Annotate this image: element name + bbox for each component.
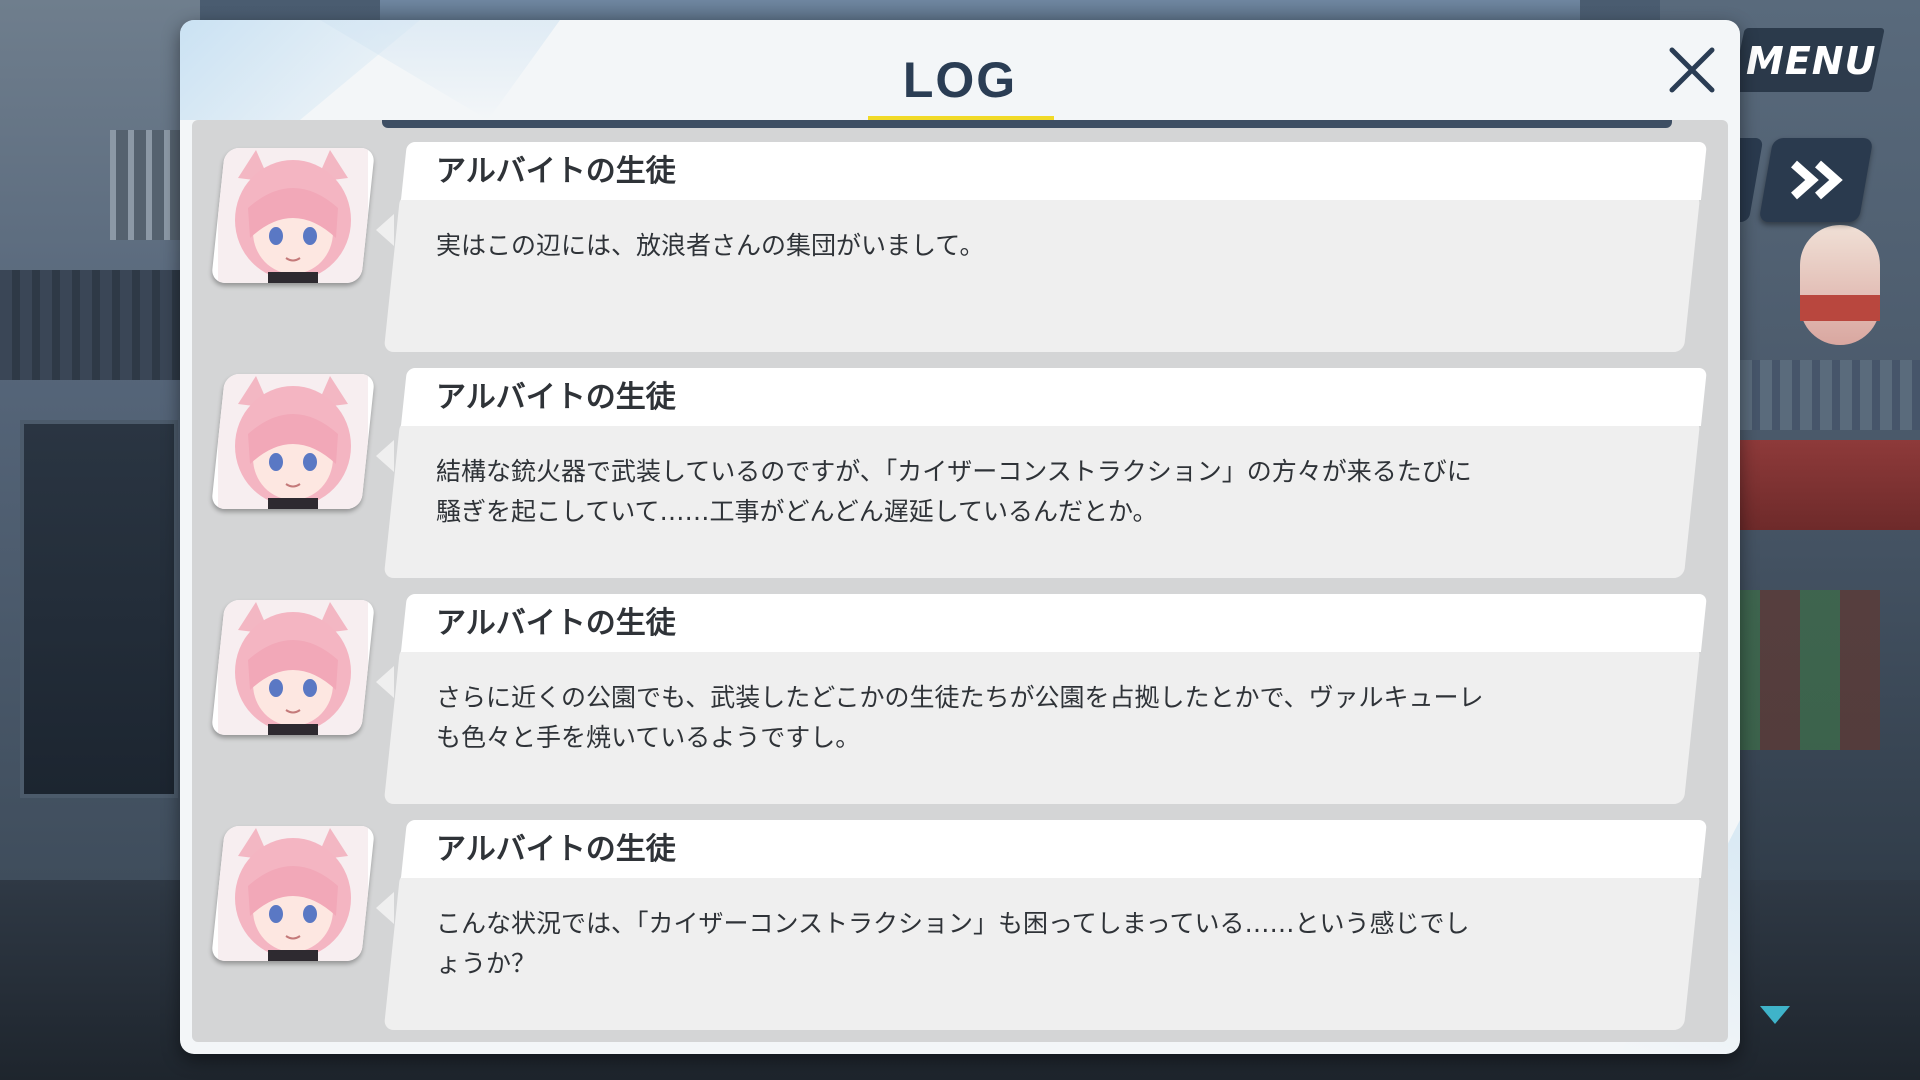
speaker-avatar [210, 826, 376, 961]
character-portrait-icon [218, 600, 368, 735]
speaker-avatar [210, 374, 376, 509]
dialogue-line: こんな状況では、「カイザーコンストラクション」も困ってしまっている……という感じ… [436, 909, 1470, 938]
log-entry: アルバイトの生徒 結構な銃火器で武装しているのですが、「カイザーコンストラクショ… [192, 368, 1728, 578]
dialogue-line: さらに近くの公園でも、武装したどこかの生徒たちが公園を占拠したとかで、ヴァルキュ… [436, 683, 1484, 712]
character-portrait-icon [218, 374, 368, 509]
speaker-avatar [210, 600, 376, 735]
dialogue-line: ょうか？ [436, 949, 537, 978]
dialogue-bubble: アルバイトの生徒 さらに近くの公園でも、武装したどこかの生徒たちが公園を占拠した… [376, 594, 1708, 804]
background-door [20, 420, 178, 798]
log-entry: アルバイトの生徒 こんな状況では、「カイザーコンストラクション」も困ってしまって… [192, 820, 1728, 1030]
speaker-name: アルバイトの生徒 [436, 832, 676, 867]
character-portrait-icon [218, 148, 368, 283]
speaker-avatar [210, 148, 376, 283]
background-building-left [0, 0, 200, 880]
menu-button-label[interactable]: MENU [1746, 36, 1876, 86]
speaker-name: アルバイトの生徒 [436, 154, 676, 189]
dialogue-text: こんな状況では、「カイザーコンストラクション」も困ってしまっている……という感じ… [436, 904, 1536, 984]
dialogue-line: 結構な銃火器で武装しているのですが、「カイザーコンストラクション」の方々が来るた… [436, 457, 1472, 486]
background-lantern [1800, 225, 1880, 345]
log-entry: アルバイトの生徒 さらに近くの公園でも、武装したどこかの生徒たちが公園を占拠した… [192, 594, 1728, 804]
close-button[interactable] [1656, 34, 1728, 106]
dialogue-line: も色々と手を焼いているようですし。 [436, 723, 861, 752]
log-dialog: LOG アルバイトの生徒 実はこの辺には、放浪者さんの集団がいまして。 アルバイ… [180, 20, 1740, 1054]
dialog-title: LOG [902, 52, 1018, 108]
dialogue-text: 実はこの辺には、放浪者さんの集団がいまして。 [436, 226, 1536, 266]
fast-forward-icon [1791, 160, 1843, 200]
log-list[interactable]: アルバイトの生徒 実はこの辺には、放浪者さんの集団がいまして。 アルバイトの生徒… [192, 120, 1728, 1042]
scrollbar[interactable] [382, 120, 1672, 128]
dialogue-bubble: アルバイトの生徒 こんな状況では、「カイザーコンストラクション」も困ってしまって… [376, 820, 1708, 1030]
speaker-name: アルバイトの生徒 [436, 380, 676, 415]
chevron-down-icon[interactable] [1760, 1006, 1790, 1026]
dialogue-text: 結構な銃火器で武装しているのですが、「カイザーコンストラクション」の方々が来るた… [436, 452, 1536, 532]
skip-button[interactable] [1758, 138, 1874, 222]
background-roof [0, 270, 200, 380]
background-window [110, 130, 180, 240]
dialogue-line: 実はこの辺には、放浪者さんの集団がいまして。 [436, 231, 985, 260]
close-icon [1669, 47, 1715, 93]
dialogue-bubble: アルバイトの生徒 実はこの辺には、放浪者さんの集団がいまして。 [376, 142, 1708, 352]
dialogue-bubble: アルバイトの生徒 結構な銃火器で武装しているのですが、「カイザーコンストラクショ… [376, 368, 1708, 578]
log-entry: アルバイトの生徒 実はこの辺には、放浪者さんの集団がいまして。 [192, 142, 1728, 352]
dialogue-text: さらに近くの公園でも、武装したどこかの生徒たちが公園を占拠したとかで、ヴァルキュ… [436, 678, 1536, 758]
dialogue-line: 騒ぎを起こしていて……工事がどんどん遅延しているんだとか。 [436, 497, 1158, 526]
character-portrait-icon [218, 826, 368, 961]
speaker-name: アルバイトの生徒 [436, 606, 676, 641]
